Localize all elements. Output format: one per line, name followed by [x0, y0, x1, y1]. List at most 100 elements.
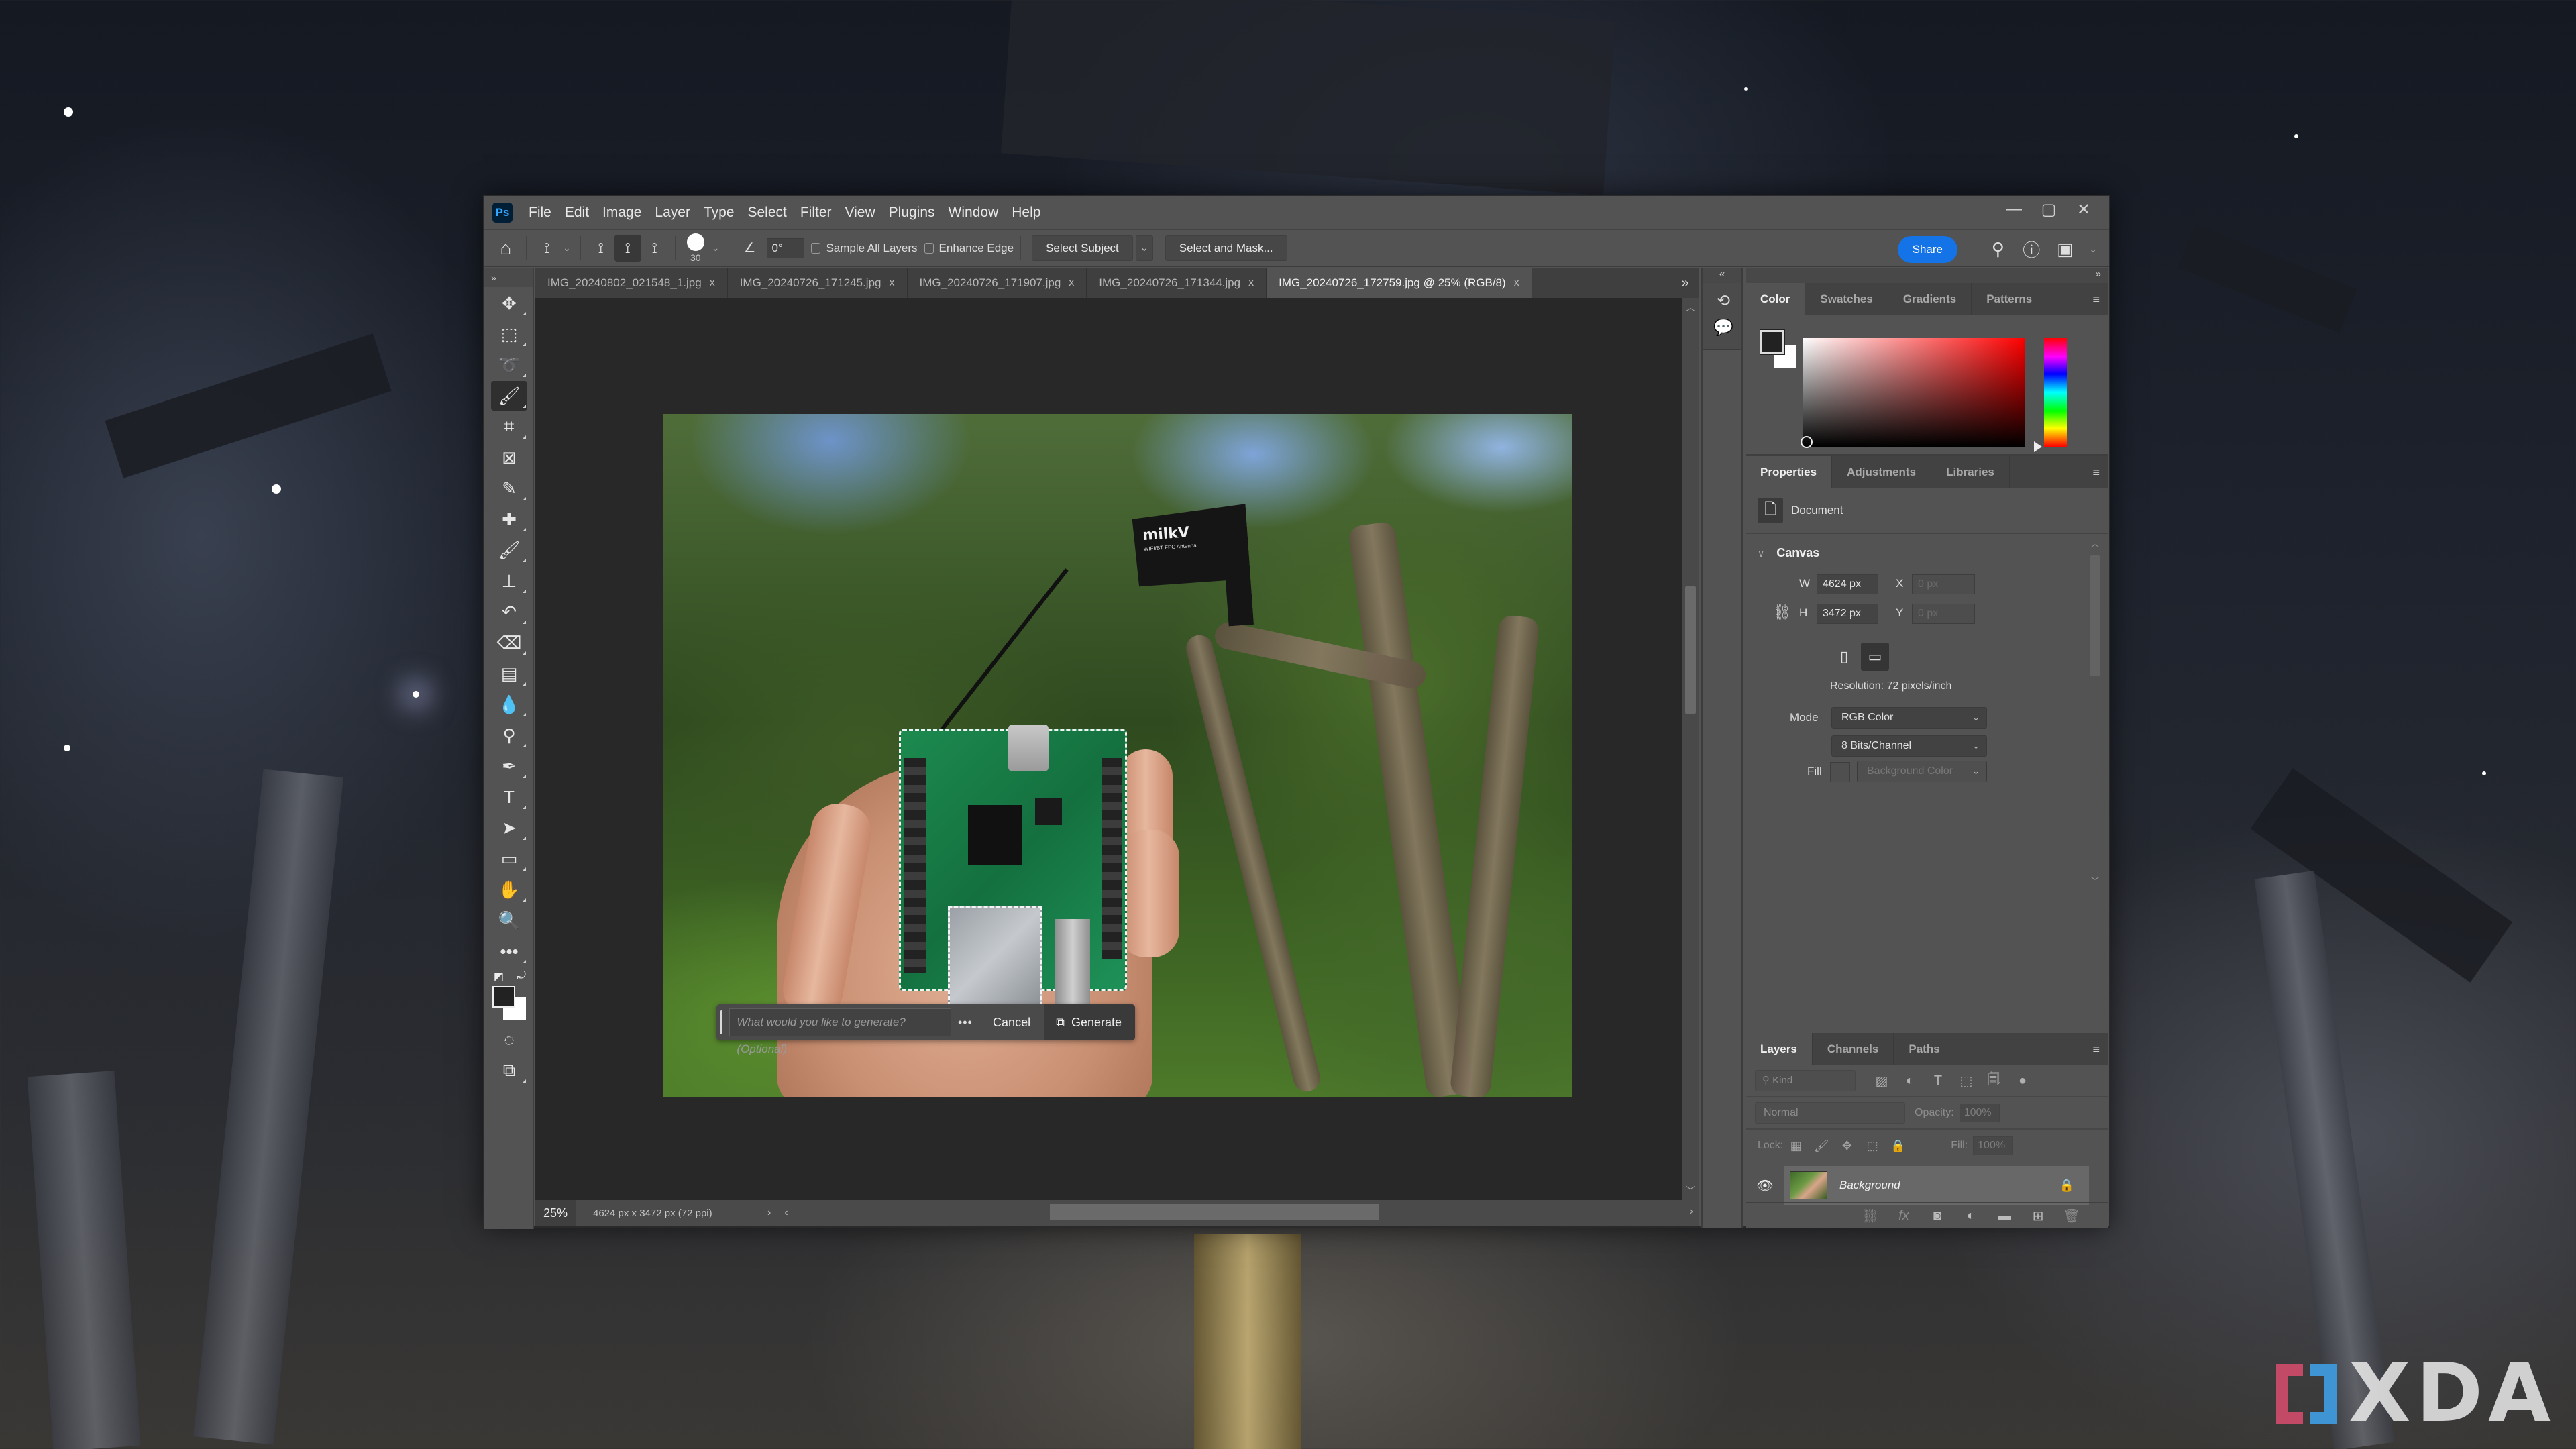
- tab-paths[interactable]: Paths: [1894, 1033, 1955, 1065]
- color-field[interactable]: [1803, 338, 2025, 447]
- brush-tool-icon[interactable]: 🖌: [491, 535, 527, 565]
- tab-properties[interactable]: Properties: [1746, 456, 1833, 488]
- document-tab[interactable]: IMG_20240726_171245.jpg x: [728, 268, 908, 298]
- eraser-tool-icon[interactable]: ⌫: [491, 628, 527, 657]
- close-tab-icon[interactable]: x: [890, 277, 895, 289]
- default-colors-icon[interactable]: ◩: [494, 970, 504, 983]
- adjustment-layer-filter-icon[interactable]: ◐: [1896, 1073, 1924, 1089]
- share-button[interactable]: Share: [1897, 236, 1957, 263]
- menu-file[interactable]: File: [522, 196, 558, 229]
- pixel-layer-filter-icon[interactable]: ▨: [1868, 1073, 1896, 1089]
- workspace-icon[interactable]: ▣: [2053, 239, 2077, 260]
- expand-panels-icon[interactable]: »: [1746, 268, 2108, 283]
- menu-window[interactable]: Window: [942, 196, 1006, 229]
- filter-toggle-icon[interactable]: ●: [2008, 1073, 2037, 1089]
- eyedropper-tool-icon[interactable]: ✎: [491, 474, 527, 503]
- lock-image-pixels-icon[interactable]: 🖌: [1809, 1139, 1834, 1153]
- select-and-mask-button[interactable]: Select and Mask...: [1165, 235, 1287, 261]
- lock-artboard-icon[interactable]: ⬚: [1860, 1139, 1885, 1153]
- adjustment-layer-icon[interactable]: ◐: [1962, 1208, 1980, 1224]
- tab-swatches[interactable]: Swatches: [1805, 283, 1888, 315]
- bit-depth-select[interactable]: 8 Bits/Channel ⌄: [1831, 735, 1987, 757]
- scroll-down-icon[interactable]: ﹀: [2088, 874, 2102, 887]
- tab-layers[interactable]: Layers: [1746, 1033, 1813, 1065]
- fill-color-swatch[interactable]: [1830, 762, 1850, 782]
- lock-position-icon[interactable]: ✥: [1834, 1139, 1860, 1153]
- generate-button[interactable]: ⧉ Generate: [1044, 1004, 1135, 1040]
- tool-preset-picker-icon[interactable]: ⟟: [533, 235, 560, 262]
- quick-selection-tool-icon[interactable]: 🖌: [491, 381, 527, 411]
- scroll-up-icon[interactable]: ︿: [1682, 301, 1699, 314]
- help-icon[interactable]: ⓘ: [2019, 237, 2043, 262]
- rectangle-tool-icon[interactable]: ▭: [491, 844, 527, 873]
- zoom-level[interactable]: 25%: [535, 1200, 576, 1226]
- menu-type[interactable]: Type: [697, 196, 741, 229]
- delete-layer-icon[interactable]: 🗑: [2062, 1208, 2081, 1224]
- menu-select[interactable]: Select: [741, 196, 793, 229]
- new-selection-icon[interactable]: ⟟: [588, 235, 614, 262]
- comments-icon[interactable]: 💬: [1703, 318, 1744, 345]
- checkbox-box[interactable]: [811, 242, 821, 254]
- scroll-thumb[interactable]: [1685, 586, 1696, 714]
- menu-layer[interactable]: Layer: [648, 196, 697, 229]
- frame-tool-icon[interactable]: ⊠: [491, 443, 527, 472]
- foreground-color-swatch[interactable]: [1760, 329, 1785, 355]
- toolbar-expand-icon[interactable]: »: [484, 268, 533, 287]
- scroll-thumb[interactable]: [1049, 1204, 1379, 1220]
- sample-all-layers-checkbox[interactable]: Sample All Layers: [811, 241, 918, 255]
- lock-icon[interactable]: 🔒: [2059, 1179, 2074, 1193]
- link-icon[interactable]: ⛓: [1772, 604, 1791, 621]
- document-tab[interactable]: IMG_20240726_171344.jpg x: [1087, 268, 1267, 298]
- close-tab-icon[interactable]: x: [710, 277, 715, 289]
- scroll-left-icon[interactable]: ‹: [784, 1207, 788, 1219]
- portrait-orientation-icon[interactable]: ▯: [1830, 643, 1858, 671]
- tab-adjustments[interactable]: Adjustments: [1832, 456, 1932, 488]
- document-tab[interactable]: IMG_20240802_021548_1.jpg x: [535, 268, 728, 298]
- scroll-down-icon[interactable]: ﹀: [1682, 1184, 1699, 1197]
- close-tab-icon[interactable]: x: [1514, 277, 1519, 289]
- history-brush-tool-icon[interactable]: ↶: [491, 597, 527, 627]
- search-icon[interactable]: ⚲: [1986, 239, 2010, 260]
- document-tab[interactable]: IMG_20240726_171907.jpg x: [908, 268, 1087, 298]
- panel-menu-icon[interactable]: ≡: [2092, 466, 2100, 480]
- y-field[interactable]: 0 px: [1912, 604, 1975, 624]
- properties-scrollbar[interactable]: ︿ ﹀: [2088, 534, 2102, 890]
- more-options-icon[interactable]: •••: [951, 1016, 979, 1030]
- panel-menu-icon[interactable]: ≡: [2092, 292, 2100, 307]
- mode-select[interactable]: RGB Color ⌄: [1831, 707, 1987, 729]
- more-tools-icon[interactable]: •••: [491, 936, 527, 966]
- height-field[interactable]: 3472 px: [1817, 604, 1878, 624]
- fill-field[interactable]: 100%: [1973, 1136, 2014, 1155]
- close-button[interactable]: ✕: [2066, 196, 2101, 223]
- drag-handle[interactable]: [720, 1010, 723, 1034]
- hand-tool-icon[interactable]: ✋: [491, 875, 527, 904]
- crop-tool-icon[interactable]: ⌗: [491, 412, 527, 441]
- foreground-color-swatch[interactable]: [492, 986, 515, 1008]
- fill-select[interactable]: Background Color ⌄: [1857, 761, 1987, 782]
- tab-channels[interactable]: Channels: [1813, 1033, 1894, 1065]
- layer-item[interactable]: Background 🔒: [1784, 1166, 2089, 1205]
- select-subject-dropdown[interactable]: ⌄: [1135, 235, 1153, 261]
- minimize-button[interactable]: —: [1996, 196, 2031, 223]
- menu-image[interactable]: Image: [596, 196, 648, 229]
- gradient-tool-icon[interactable]: ▤: [491, 659, 527, 688]
- blend-mode-select[interactable]: Normal: [1755, 1102, 1905, 1124]
- vertical-scrollbar[interactable]: ︿ ﹀: [1682, 298, 1699, 1200]
- checkbox-box[interactable]: [924, 242, 934, 254]
- hue-slider-handle[interactable]: [2034, 441, 2042, 452]
- canvas-section-toggle[interactable]: ∨ Canvas: [1758, 546, 1819, 560]
- history-icon[interactable]: ⟲: [1703, 291, 1744, 318]
- quick-mask-icon[interactable]: ◌: [491, 1025, 527, 1055]
- new-layer-icon[interactable]: ⊞: [2029, 1208, 2047, 1224]
- opacity-field[interactable]: 100%: [1959, 1104, 2000, 1122]
- smart-object-filter-icon[interactable]: 🗐: [1980, 1069, 2008, 1092]
- chevron-down-icon[interactable]: ⌄: [2089, 244, 2097, 255]
- scroll-right-icon[interactable]: ›: [1690, 1205, 1693, 1218]
- subtract-from-selection-icon[interactable]: ⟟: [641, 235, 668, 262]
- lock-all-icon[interactable]: 🔒: [1885, 1139, 1911, 1153]
- chevron-down-icon[interactable]: ⌄: [712, 242, 720, 254]
- select-subject-button[interactable]: Select Subject: [1032, 235, 1133, 261]
- healing-brush-tool-icon[interactable]: ✚: [491, 504, 527, 534]
- move-tool-icon[interactable]: ✥: [491, 288, 527, 318]
- lasso-tool-icon[interactable]: ➰: [491, 350, 527, 380]
